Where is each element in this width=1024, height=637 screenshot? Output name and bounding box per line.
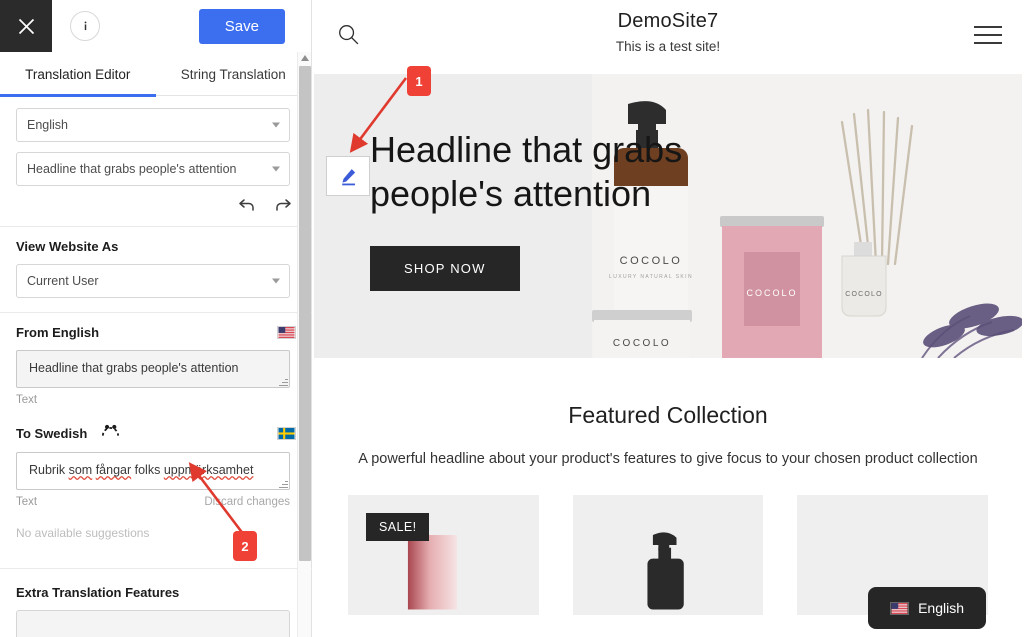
tab-translation-editor[interactable]: Translation Editor (0, 52, 156, 97)
featured-subtitle: A powerful headline about your product's… (358, 451, 978, 467)
extra-features-label: Extra Translation Features (16, 585, 180, 600)
editor-toolbar: Save (0, 0, 311, 52)
source-section: From English Headline that grabs people'… (0, 313, 312, 412)
search-icon[interactable] (338, 24, 359, 50)
info-icon[interactable] (70, 11, 100, 41)
scrollbar-thumb[interactable] (299, 66, 311, 561)
hamburger-menu-icon[interactable] (974, 26, 1002, 44)
target-text-part: som (68, 463, 93, 477)
site-brand: DemoSite7 This is a test site! (312, 0, 1024, 54)
us-flag-icon (277, 326, 296, 339)
undo-icon[interactable] (238, 198, 256, 212)
language-select-value: English (27, 118, 68, 132)
shop-now-button[interactable]: SHOP NOW (370, 245, 520, 291)
annotation-badge-1: 1 (407, 66, 431, 96)
view-website-as-section: View Website As Current User (0, 227, 312, 313)
tab-string-translation[interactable]: String Translation (156, 52, 312, 96)
language-switcher-label: English (918, 600, 964, 616)
source-text[interactable]: Headline that grabs people's attention (16, 350, 290, 388)
view-website-as-value: Current User (27, 274, 99, 288)
scroll-up-arrow-icon[interactable] (298, 52, 312, 64)
chevron-down-icon (272, 166, 280, 172)
selection-section: English Headline that grabs people's att… (0, 96, 312, 227)
view-website-as-label: View Website As (16, 239, 119, 254)
target-meta: Text Discard changes (16, 496, 290, 508)
product-card[interactable]: SALE! (348, 495, 539, 615)
target-text-part: uppmärksamhet (163, 463, 254, 477)
language-select[interactable]: English (16, 108, 290, 142)
product-thumb-pump-bottle (572, 500, 764, 610)
source-meta: Text (16, 394, 290, 406)
svg-text:COCOLO: COCOLO (845, 291, 883, 298)
svg-text:COCOLO: COCOLO (613, 338, 671, 349)
hero-copy: Headline that grabs people's attention S… (370, 128, 790, 291)
target-header-left: To Swedish (16, 424, 120, 442)
close-icon[interactable] (0, 0, 52, 52)
target-text-part: folks (131, 463, 164, 477)
undo-redo-group (16, 196, 296, 212)
source-field-type: Text (16, 394, 38, 406)
chevron-down-icon (272, 122, 280, 128)
featured-title: Featured Collection (568, 402, 768, 428)
redo-icon[interactable] (274, 198, 292, 212)
source-label: From English (16, 325, 100, 340)
source-textarea-wrap: Headline that grabs people's attention (16, 350, 290, 388)
us-flag-icon (890, 601, 910, 615)
target-text[interactable]: Rubrik som fångar folks uppmärksamhet (16, 452, 290, 490)
string-select[interactable]: Headline that grabs people's attention (16, 152, 290, 186)
hero-headline: Headline that grabs people's attention (370, 129, 683, 214)
annotation-badge-2: 2 (233, 531, 257, 561)
site-header: DemoSite7 This is a test site! (312, 0, 1024, 74)
target-field-type: Text (16, 496, 38, 508)
site-tagline: This is a test site! (615, 39, 721, 54)
product-card[interactable] (572, 495, 764, 615)
string-select-value: Headline that grabs people's attention (27, 162, 237, 176)
people-icon[interactable] (101, 424, 120, 442)
chevron-down-icon (272, 278, 280, 284)
extra-features-select[interactable] (16, 610, 290, 637)
screen-root: Save Translation Editor String Translati… (0, 0, 1024, 637)
target-text-part: fångar (95, 463, 132, 477)
language-switcher-button[interactable]: English (868, 587, 986, 629)
editor-tabs: Translation Editor String Translation (0, 52, 312, 97)
save-button[interactable]: Save (198, 8, 285, 44)
se-flag-icon (277, 426, 296, 440)
target-section: To Swedish Rubrik som fångar folks uppmä… (0, 412, 312, 554)
source-header: From English (16, 325, 296, 340)
resize-grip-icon[interactable] (279, 377, 288, 386)
pencil-edit-icon[interactable] (326, 156, 370, 196)
hero-banner: COCOLO COCOLO COCOLO LUXURY NATURAL SKIN (314, 74, 1022, 358)
target-text-part: Rubrik (29, 463, 69, 477)
resize-grip-icon[interactable] (279, 479, 288, 488)
view-website-as-select[interactable]: Current User (16, 264, 290, 298)
featured-collection-section: Featured Collection A powerful headline … (312, 358, 1024, 615)
target-label: To Swedish (16, 425, 88, 441)
editor-content: English Headline that grabs people's att… (0, 96, 312, 637)
target-header: To Swedish (16, 424, 296, 442)
sale-badge: SALE! (366, 513, 430, 541)
target-textarea-wrap: Rubrik som fångar folks uppmärksamhet (16, 452, 290, 490)
extra-features-section: Extra Translation Features (0, 569, 312, 637)
sidebar-scrollbar[interactable] (297, 52, 311, 637)
site-title: DemoSite7 (617, 10, 719, 32)
translation-editor-panel: Save Translation Editor String Translati… (0, 0, 312, 637)
discard-changes-button[interactable]: Discard changes (204, 496, 290, 508)
